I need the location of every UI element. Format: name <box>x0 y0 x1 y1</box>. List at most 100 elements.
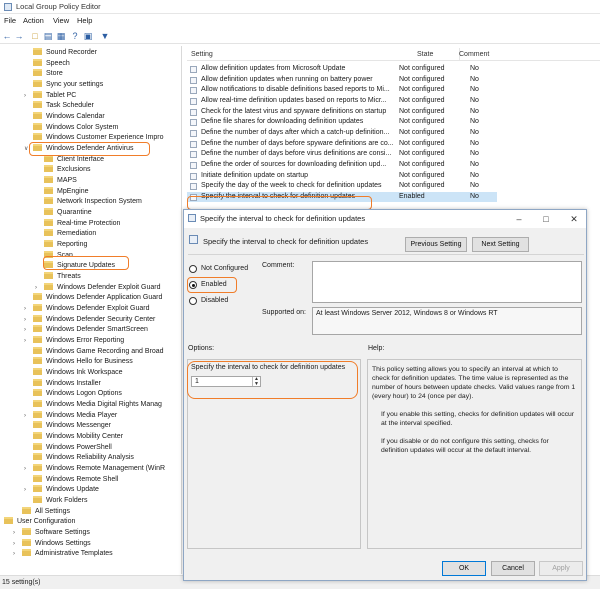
setting-row[interactable]: Allow notifications to disable definitio… <box>187 85 497 95</box>
setting-row[interactable]: Check for the latest virus and spyware d… <box>187 107 497 117</box>
setting-row[interactable]: Allow definition updates when running on… <box>187 75 497 85</box>
expand-chevron-icon[interactable]: › <box>24 336 26 346</box>
tree-item[interactable]: MAPS <box>44 176 77 186</box>
radio-disabled-dot[interactable] <box>189 297 197 305</box>
maximize-icon[interactable]: □ <box>539 212 553 226</box>
tree-item[interactable]: Sound Recorder <box>33 48 97 58</box>
tree-item[interactable]: Client Interface <box>44 154 104 165</box>
tree-item[interactable]: Windows Messenger <box>33 421 111 431</box>
ok-button[interactable]: OK <box>442 561 486 576</box>
tree-item[interactable]: Work Folders <box>33 496 88 506</box>
expand-chevron-icon[interactable]: › <box>24 315 26 325</box>
tree-item[interactable]: › Administrative Templates <box>13 549 113 559</box>
tree-item[interactable]: ∨User Configuration <box>4 517 75 527</box>
tree-item[interactable]: Windows PowerShell <box>33 442 112 453</box>
tree-item[interactable]: Windows Logon Options <box>33 389 122 399</box>
folder-icon <box>44 165 53 173</box>
show-hide-tree-icon[interactable]: ▤ <box>43 31 53 41</box>
setting-row[interactable]: Define the number of days after which a … <box>187 128 497 138</box>
tree-item[interactable]: Windows Remote Shell <box>33 474 118 485</box>
collapse-chevron-icon[interactable]: ∨ <box>24 144 28 154</box>
next-setting-button[interactable]: Next Setting <box>472 237 529 252</box>
cancel-button[interactable]: Cancel <box>491 561 535 576</box>
tree-item[interactable]: Windows Reliability Analysis <box>33 453 134 463</box>
setting-row[interactable]: Initiate definition update on startup Not… <box>187 171 497 181</box>
tree-item-label: Windows Defender Application Guard <box>46 294 163 302</box>
tree-item[interactable]: › Windows Remote Management (WinR <box>24 464 165 474</box>
expand-chevron-icon[interactable]: › <box>13 549 15 559</box>
tree-item[interactable]: Real-time Protection <box>44 218 120 229</box>
setting-row[interactable]: Allow definition updates from Microsoft … <box>187 64 497 74</box>
expand-chevron-icon[interactable]: › <box>35 283 37 293</box>
tree-item[interactable]: Windows Defender Application Guard <box>33 293 162 303</box>
back-arrow-icon[interactable]: ← <box>2 31 12 41</box>
tree-item[interactable]: › Windows Defender Exploit Guard <box>24 304 150 314</box>
setting-row[interactable]: Specify the day of the week to check for… <box>187 181 497 191</box>
up-folder-icon[interactable]: □ <box>30 31 40 41</box>
tree-item[interactable]: All Settings <box>22 506 70 517</box>
setting-row[interactable]: Define the number of days before spyware… <box>187 139 497 149</box>
setting-row[interactable]: Define file shares for downloading defin… <box>187 117 497 127</box>
expand-chevron-icon[interactable]: › <box>24 485 26 495</box>
tree-item[interactable]: Store <box>33 69 63 79</box>
tree-item[interactable]: › Windows Defender Exploit Guard <box>35 282 161 293</box>
tree-item[interactable]: Exclusions <box>44 165 90 175</box>
folder-icon <box>33 357 42 365</box>
tree-item[interactable]: Quarantine <box>44 208 92 218</box>
tree-item[interactable]: Sync your settings <box>33 80 103 90</box>
tree-item-label: Tablet PC <box>46 91 77 99</box>
setting-row[interactable]: Allow real-time definition updates based… <box>187 96 497 106</box>
tree-item[interactable]: Windows Mobility Center <box>33 432 123 442</box>
tree-item[interactable]: › Windows Defender Security Center <box>24 314 155 325</box>
column-setting[interactable]: Setting <box>191 51 213 58</box>
tree-item[interactable]: Remediation <box>44 229 96 239</box>
expand-chevron-icon[interactable]: › <box>24 464 26 474</box>
expand-chevron-icon[interactable]: › <box>24 304 26 314</box>
tree-item[interactable]: Network Inspection System <box>44 197 142 207</box>
tree-item[interactable]: Speech <box>33 58 70 69</box>
tree-item[interactable]: › Software Settings <box>13 528 90 538</box>
radio-not-configured-dot[interactable] <box>189 265 197 273</box>
tree-item[interactable]: Windows Ink Workspace <box>33 368 123 378</box>
column-comment[interactable]: Comment <box>459 51 489 58</box>
setting-row[interactable]: Define the number of days before virus d… <box>187 149 497 159</box>
tree-item[interactable]: Windows Media Digital Rights Manag <box>33 400 162 410</box>
previous-setting-button[interactable]: Previous Setting <box>405 237 467 252</box>
tree-item[interactable]: MpEngine <box>44 186 89 197</box>
help-icon[interactable]: ? <box>70 31 80 41</box>
tree-item[interactable]: Windows Color System <box>33 122 118 133</box>
menu-action[interactable]: Action <box>23 16 44 25</box>
close-icon[interactable]: ✕ <box>567 212 581 226</box>
tree-item[interactable]: Windows Hello for Business <box>33 357 133 367</box>
forward-arrow-icon[interactable]: → <box>14 31 24 41</box>
column-state[interactable]: State <box>417 51 433 58</box>
expand-chevron-icon[interactable]: › <box>24 411 26 421</box>
tree-item[interactable]: › Windows Media Player <box>24 410 117 421</box>
menu-file[interactable]: File <box>4 16 16 25</box>
expand-chevron-icon[interactable]: › <box>13 528 15 538</box>
tree-item[interactable]: › Windows Defender SmartScreen <box>24 325 148 335</box>
expand-chevron-icon[interactable]: › <box>13 539 15 549</box>
tree-item[interactable]: › Windows Update <box>24 485 99 495</box>
tree-item[interactable]: Windows Calendar <box>33 112 105 122</box>
apply-button[interactable]: Apply <box>539 561 583 576</box>
tree-item[interactable]: Task Scheduler <box>33 101 94 111</box>
expand-chevron-icon[interactable]: › <box>24 91 26 101</box>
menu-help[interactable]: Help <box>77 16 92 25</box>
export-list-icon[interactable]: ▦ <box>56 31 66 41</box>
folder-icon <box>33 442 42 450</box>
comment-textarea[interactable] <box>312 261 582 303</box>
tree-item[interactable]: Reporting <box>44 240 87 250</box>
tree-item[interactable]: Windows Installer <box>33 378 101 389</box>
expand-chevron-icon[interactable]: › <box>24 325 26 335</box>
tree-item[interactable]: Threats <box>44 272 81 282</box>
minimize-icon[interactable]: – <box>512 212 526 226</box>
properties-icon[interactable]: ▣ <box>83 31 93 41</box>
menu-view[interactable]: View <box>53 16 69 25</box>
setting-row[interactable]: Define the order of sources for download… <box>187 160 497 170</box>
tree-item[interactable]: › Windows Error Reporting <box>24 336 124 346</box>
tree-item[interactable]: Windows Game Recording and Broad <box>33 346 164 357</box>
filter-icon[interactable]: ▼ <box>100 31 110 41</box>
tree-item[interactable]: › Windows Settings <box>13 538 91 549</box>
tree-item[interactable]: › Tablet PC <box>24 90 77 101</box>
